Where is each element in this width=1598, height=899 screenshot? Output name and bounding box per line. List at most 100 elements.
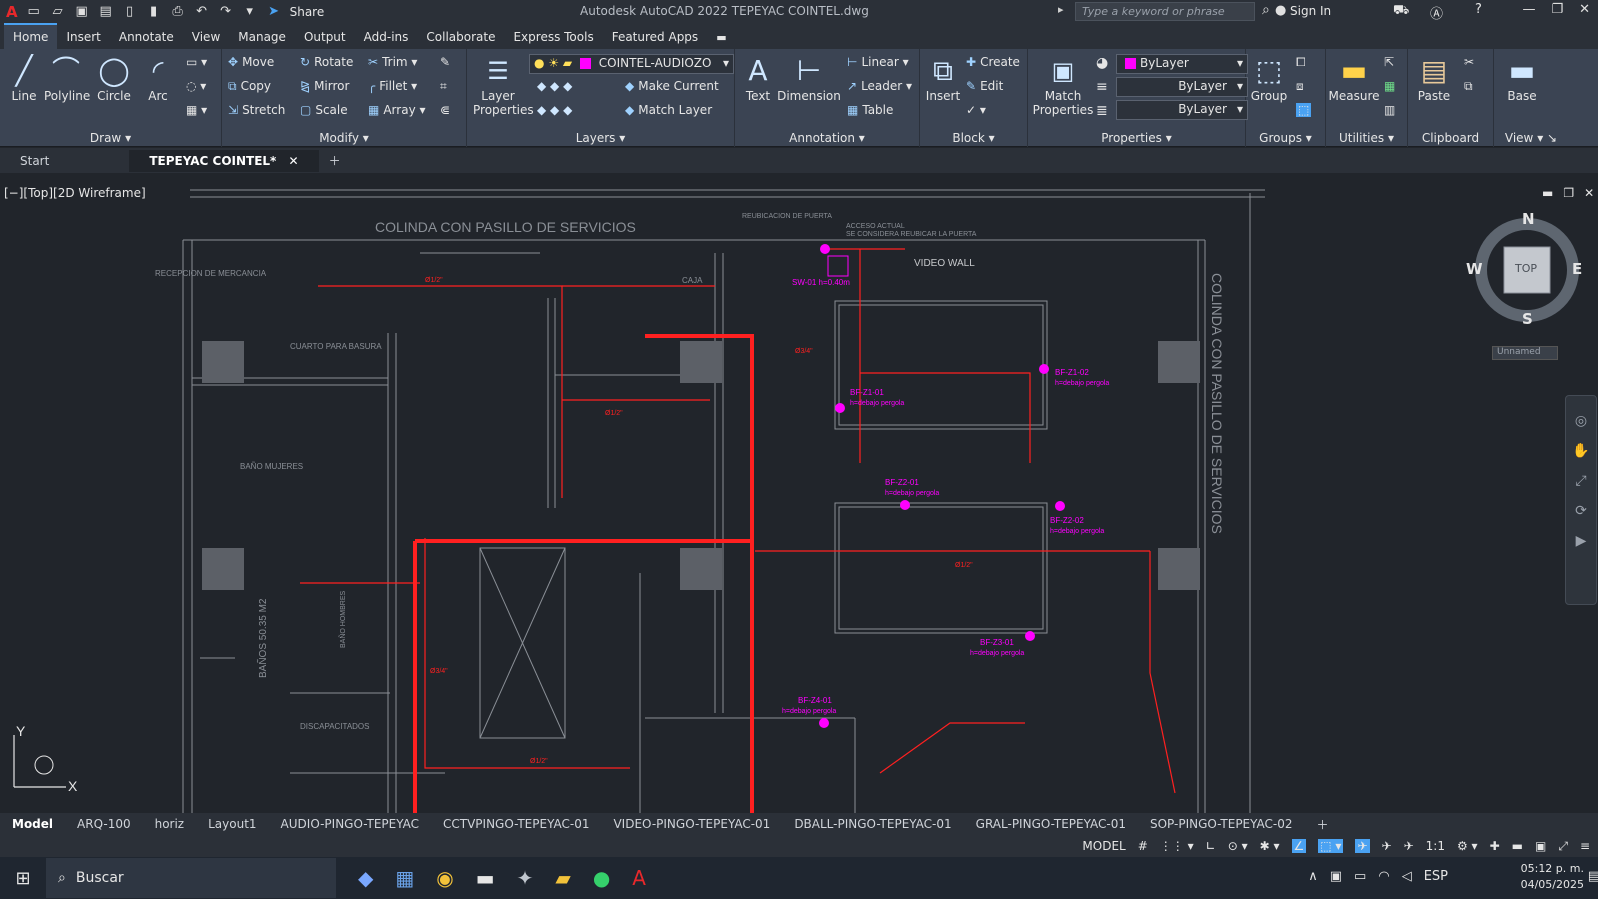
store-icon[interactable]: ⛟ [1393,3,1409,20]
search-icon[interactable]: ⌕ [1262,2,1270,18]
rotate-button[interactable]: ↻ Rotate [300,55,353,69]
orbit-icon[interactable]: ⟳ [1566,496,1596,526]
annotation-visibility-icon[interactable]: ✈ [1355,839,1370,853]
id-point-icon[interactable]: ▥ [1384,103,1395,117]
grid-icon[interactable]: # [1138,839,1148,853]
annotation-scale-value[interactable]: 1:1 [1426,839,1445,853]
notifications-icon[interactable]: ▤ [1588,869,1598,884]
viewcube-south[interactable]: S [1522,310,1533,328]
hardware-acceleration-icon[interactable]: ▣ [1535,839,1546,853]
layer-tools-icon[interactable]: ◆ ◆ ◆ [537,79,572,93]
isolate-icon[interactable]: ▬ [1512,839,1523,853]
plus-icon[interactable]: ✚ [1490,839,1500,853]
save-web-icon[interactable]: ▮ [146,4,162,19]
language-indicator[interactable]: ESP [1424,869,1448,884]
close-tab-icon[interactable]: ✕ [289,154,299,168]
drawing-canvas[interactable]: COLINDA CON PASILLO DE SERVICIOS REUBICA… [0,173,1598,813]
taskbar-search[interactable]: ⌕ Buscar [46,858,336,898]
viewport-controls[interactable]: [−][Top][2D Wireframe] [4,186,146,200]
tab-featured-apps[interactable]: Featured Apps [603,25,707,49]
fillet-button[interactable]: ╭ Fillet ▾ [368,79,417,93]
polar-icon[interactable]: ⊙ ▾ [1228,839,1248,853]
new-layout-icon[interactable]: ＋ [1305,813,1341,836]
chevron-up-icon[interactable]: ∧ [1308,869,1318,884]
linear-button[interactable]: ⊢ Linear ▾ [847,55,909,69]
viewcube-north[interactable]: N [1522,210,1535,228]
showmotion-icon[interactable]: ▶ [1566,526,1596,556]
lineweight-toggle-icon[interactable]: ∠ [1291,839,1307,853]
layout-tab-video[interactable]: VIDEO-PINGO-TEPEYAC-01 [601,814,782,834]
open-web-icon[interactable]: ▯ [122,4,138,19]
redo-icon[interactable]: ↷ [218,4,234,19]
selection-cycling-icon[interactable]: ⬚ ▾ [1318,839,1344,853]
plot-icon[interactable]: ⎙ [170,4,186,19]
quick-select-icon[interactable]: ⇱ [1384,55,1394,69]
array-button[interactable]: ▦ Array ▾ [368,103,426,117]
layer-on-icon[interactable]: ● [534,56,544,70]
viewcube-east[interactable]: E [1572,260,1582,278]
table-button[interactable]: ▦ Table [847,103,893,117]
customize-qat-icon[interactable]: ▾ [242,4,258,19]
ribbon-minimize-icon[interactable]: ▬ [707,26,735,49]
whatsapp-icon[interactable]: ● [593,866,610,890]
properties-panel-title[interactable]: Properties ▾ [1028,131,1245,145]
layer-lock-icon[interactable]: ▰ [563,56,572,70]
help-icon[interactable]: ? [1475,2,1482,17]
offset-icon[interactable]: ⋐ [440,103,450,117]
match-layer-button[interactable]: ◆ Match Layer [625,103,712,117]
lineweight-dropdown[interactable]: ByLayer ▾ [1116,77,1248,97]
new-tab-icon[interactable]: ＋ [319,148,351,173]
osnap-icon[interactable]: ✱ ▾ [1260,839,1280,853]
share-button[interactable]: Share [290,5,325,19]
leader-button[interactable]: ↗ Leader ▾ [847,79,912,93]
copilot-icon[interactable]: ◆ [358,866,373,890]
minimize-icon[interactable]: — [1522,2,1535,17]
arc-button[interactable]: ◜ Arc [140,53,176,103]
close-icon[interactable]: ✕ [1579,2,1590,17]
circle-button[interactable]: ◯ Circle [94,53,134,103]
scale-button[interactable]: ▢ Scale [300,103,348,117]
trim-button[interactable]: ✂ Trim ▾ [368,55,417,69]
color-dropdown[interactable]: ByLayer ▾ [1116,54,1248,74]
rectangle-icon[interactable]: ▭ ▾ [186,55,207,69]
make-current-button[interactable]: ◆ Make Current [625,79,719,93]
copy-button[interactable]: ⧉ Copy [228,79,271,94]
ungroup-icon[interactable]: ⧠ [1296,55,1306,70]
groups-panel-title[interactable]: Groups ▾ [1246,131,1325,145]
layout-tab-layout1[interactable]: Layout1 [196,814,268,834]
sign-in-button[interactable]: Sign In [1290,4,1331,18]
edit-block-button[interactable]: ✎ Edit [966,79,1003,93]
attribute-icon[interactable]: ✓ ▾ [966,103,986,117]
new-file-icon[interactable]: ▭ [26,4,42,19]
restore-icon[interactable]: ❐ [1551,2,1563,17]
copy-clip-icon[interactable]: ⧉ [1464,79,1473,94]
tool-app-icon[interactable]: ✦ [517,866,534,890]
application-menu-button[interactable]: A [6,3,18,21]
customize-icon[interactable]: ≡ [1580,839,1590,853]
autocad-app-icon[interactable]: A [632,866,646,890]
move-button[interactable]: ✥ Move [228,55,274,69]
erase-icon[interactable]: ✎ [440,55,450,69]
layout-tab-cctv[interactable]: CCTVPINGO-TEPEYAC-01 [431,814,601,834]
insert-block-button[interactable]: ⧉ Insert [924,53,962,103]
view-panel-title[interactable]: View ▾ ↘ [1494,131,1568,145]
snap-icon[interactable]: ⋮⋮ ▾ [1160,839,1194,853]
layout-tab-model[interactable]: Model [0,814,65,834]
fullscreen-icon[interactable]: ⤢ [1558,839,1568,854]
layout-tab-arq-100[interactable]: ARQ-100 [65,814,143,834]
text-button[interactable]: A Text [741,53,775,103]
layer-freeze-icon[interactable]: ☀ [548,56,559,70]
ucs-menu[interactable]: Unnamed [1492,346,1558,360]
utilities-panel-title[interactable]: Utilities ▾ [1326,131,1407,145]
tab-home[interactable]: Home [4,23,58,49]
chevron-right-icon[interactable]: ▸ [1058,3,1064,16]
model-space-toggle[interactable]: MODEL [1082,839,1125,853]
layout-tab-gral[interactable]: GRAL-PINGO-TEPEYAC-01 [964,814,1138,834]
base-view-button[interactable]: ▬ Base [1498,53,1546,103]
linetype-dropdown[interactable]: ByLayer ▾ [1116,100,1248,120]
dimension-button[interactable]: ⊢ Dimension [777,53,841,103]
measure-button[interactable]: ▬ Measure [1328,53,1380,103]
explode-icon[interactable]: ⌗ [440,79,447,94]
tab-annotate[interactable]: Annotate [110,25,183,49]
start-tab[interactable]: Start [0,150,129,172]
